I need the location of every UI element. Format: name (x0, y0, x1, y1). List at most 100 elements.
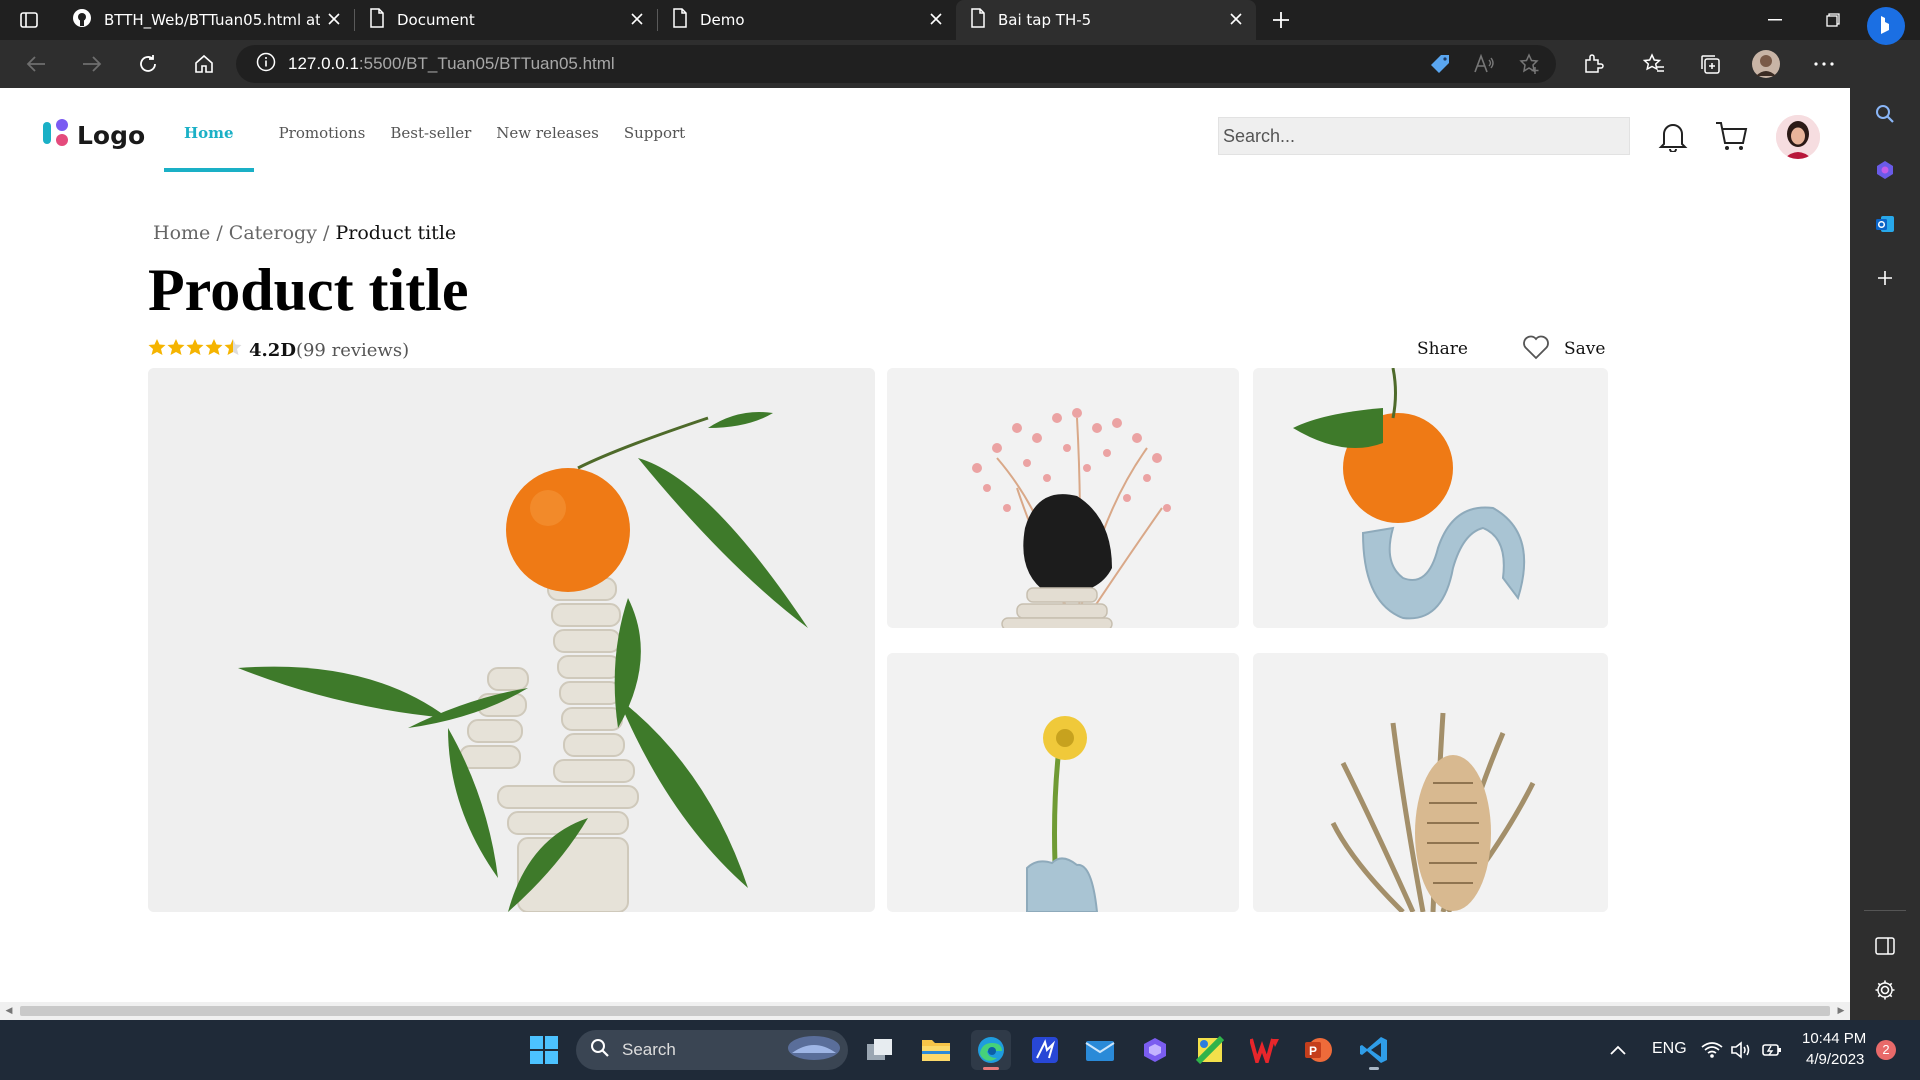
tab-strip: BTTH_Web/BTTuan05.html at ma Document De… (0, 0, 1920, 40)
breadcrumb-separator: / (323, 222, 330, 244)
taskbar-search-label: Search (622, 1040, 676, 1059)
profile-avatar[interactable] (1744, 40, 1788, 88)
games-app-icon[interactable] (1190, 1030, 1230, 1070)
add-icon[interactable] (1869, 262, 1901, 294)
read-aloud-icon[interactable] (1462, 40, 1506, 88)
windows-start-icon[interactable] (524, 1030, 564, 1070)
task-view-icon[interactable] (860, 1030, 900, 1070)
svg-text:P: P (1309, 1044, 1317, 1058)
bell-icon[interactable] (1655, 118, 1691, 154)
product-image-thumb-2[interactable] (1253, 368, 1608, 628)
address-bar[interactable]: 127.0.0.1:5500/BT_Tuan05/BTTuan05.html (236, 45, 1556, 83)
heart-icon[interactable] (1522, 334, 1550, 364)
page-icon (672, 8, 688, 32)
logo-text: Logo (77, 120, 146, 150)
design-app-icon[interactable] (1025, 1030, 1065, 1070)
breadcrumb-category[interactable]: Caterogy (229, 222, 317, 244)
restore-icon[interactable] (1804, 0, 1862, 40)
hide-sidebar-icon[interactable] (1869, 930, 1901, 962)
info-icon[interactable] (256, 52, 276, 76)
more-options-icon[interactable] (1802, 40, 1846, 88)
share-button[interactable]: Share (1417, 339, 1468, 359)
forward-icon[interactable] (64, 40, 120, 88)
edge-browser-icon[interactable] (971, 1030, 1011, 1070)
scrollbar-thumb[interactable] (20, 1006, 1830, 1016)
new-tab-button[interactable] (1256, 0, 1306, 40)
close-icon[interactable] (930, 11, 942, 29)
copilot-app-icon[interactable] (1135, 1030, 1175, 1070)
nav-new-releases[interactable]: New releases (496, 124, 599, 172)
favorites-icon[interactable] (1632, 40, 1676, 88)
wps-office-icon[interactable] (1245, 1030, 1285, 1070)
tab-label: BTTH_Web/BTTuan05.html at ma (104, 11, 320, 29)
close-icon[interactable] (1230, 11, 1242, 29)
shopping-tag-icon[interactable] (1418, 40, 1462, 88)
copilot-icon[interactable] (1869, 154, 1901, 186)
nav-best-seller[interactable]: Best-seller (390, 124, 471, 172)
page-viewport: Logo Home Promotions Best-seller New rel… (0, 88, 1850, 1002)
minimize-icon[interactable] (1746, 0, 1804, 40)
extensions-icon[interactable] (1572, 40, 1616, 88)
main-nav: Home Promotions Best-seller New releases… (164, 124, 710, 172)
product-image-thumb-4[interactable] (1253, 653, 1608, 912)
chevron-up-icon[interactable] (1598, 1030, 1638, 1070)
page-icon (970, 8, 986, 32)
rating-score: 4.2D (249, 340, 296, 361)
cart-icon[interactable] (1714, 118, 1750, 154)
review-count[interactable]: (99 reviews) (296, 340, 409, 361)
horizontal-scrollbar[interactable]: ◀ ▶ (0, 1002, 1850, 1020)
tab-label: Demo (700, 11, 745, 29)
add-favorite-icon[interactable] (1508, 40, 1552, 88)
nav-home[interactable]: Home (164, 124, 254, 172)
vscode-icon[interactable] (1354, 1030, 1394, 1070)
tab-document[interactable]: Document (355, 0, 657, 40)
site-logo[interactable]: Logo (42, 118, 145, 152)
refresh-icon[interactable] (120, 40, 176, 88)
mail-icon[interactable] (1080, 1030, 1120, 1070)
bing-chat-icon[interactable] (1866, 6, 1906, 46)
clock-date[interactable]: 4/9/2023 (1806, 1051, 1864, 1068)
scroll-left-icon[interactable]: ◀ (4, 1006, 14, 1016)
sidebar-divider (1864, 910, 1906, 911)
edge-sidebar (1850, 7, 1920, 1020)
product-image-main[interactable] (148, 368, 875, 912)
save-button[interactable]: Save (1564, 339, 1605, 359)
nav-promotions[interactable]: Promotions (279, 124, 366, 172)
search-input[interactable]: Search... (1218, 117, 1630, 155)
breadcrumb-separator: / (216, 222, 223, 244)
file-explorer-icon[interactable] (916, 1030, 956, 1070)
search-icon[interactable] (1869, 98, 1901, 130)
product-rating: 4.2D (99 reviews) (148, 338, 409, 363)
outlook-icon[interactable] (1869, 208, 1901, 240)
close-icon[interactable] (328, 11, 340, 29)
tab-github[interactable]: BTTH_Web/BTTuan05.html at ma (58, 0, 354, 40)
clock-time[interactable]: 10:44 PM (1802, 1030, 1866, 1047)
github-icon (72, 8, 92, 32)
settings-icon[interactable] (1869, 974, 1901, 1006)
scroll-right-icon[interactable]: ▶ (1836, 1006, 1846, 1016)
breadcrumb-current: Product title (335, 222, 457, 244)
tab-bai-tap[interactable]: Bai tap TH-5 (956, 0, 1256, 40)
star-rating-icon (148, 338, 243, 363)
search-highlight-icon (786, 1033, 842, 1068)
back-icon[interactable] (8, 40, 64, 88)
breadcrumb: Home / Caterogy / Product title (153, 222, 456, 244)
page-title: Product title (148, 257, 469, 323)
nav-support[interactable]: Support (624, 124, 685, 172)
language-indicator[interactable]: ENG (1652, 1040, 1687, 1058)
tab-actions-icon[interactable] (0, 0, 58, 40)
notification-badge[interactable]: 2 (1876, 1040, 1896, 1060)
avatar[interactable] (1776, 115, 1820, 159)
logo-icon (42, 118, 70, 152)
home-icon[interactable] (176, 40, 232, 88)
close-icon[interactable] (631, 11, 643, 29)
page-icon (369, 8, 385, 32)
taskbar-search[interactable]: Search (576, 1030, 848, 1070)
powerpoint-icon[interactable]: P (1298, 1030, 1338, 1070)
battery-icon[interactable] (1752, 1030, 1792, 1070)
tab-demo[interactable]: Demo (658, 0, 956, 40)
product-image-thumb-3[interactable] (887, 653, 1239, 912)
breadcrumb-home[interactable]: Home (153, 222, 210, 244)
product-image-thumb-1[interactable] (887, 368, 1239, 628)
collections-icon[interactable] (1688, 40, 1732, 88)
